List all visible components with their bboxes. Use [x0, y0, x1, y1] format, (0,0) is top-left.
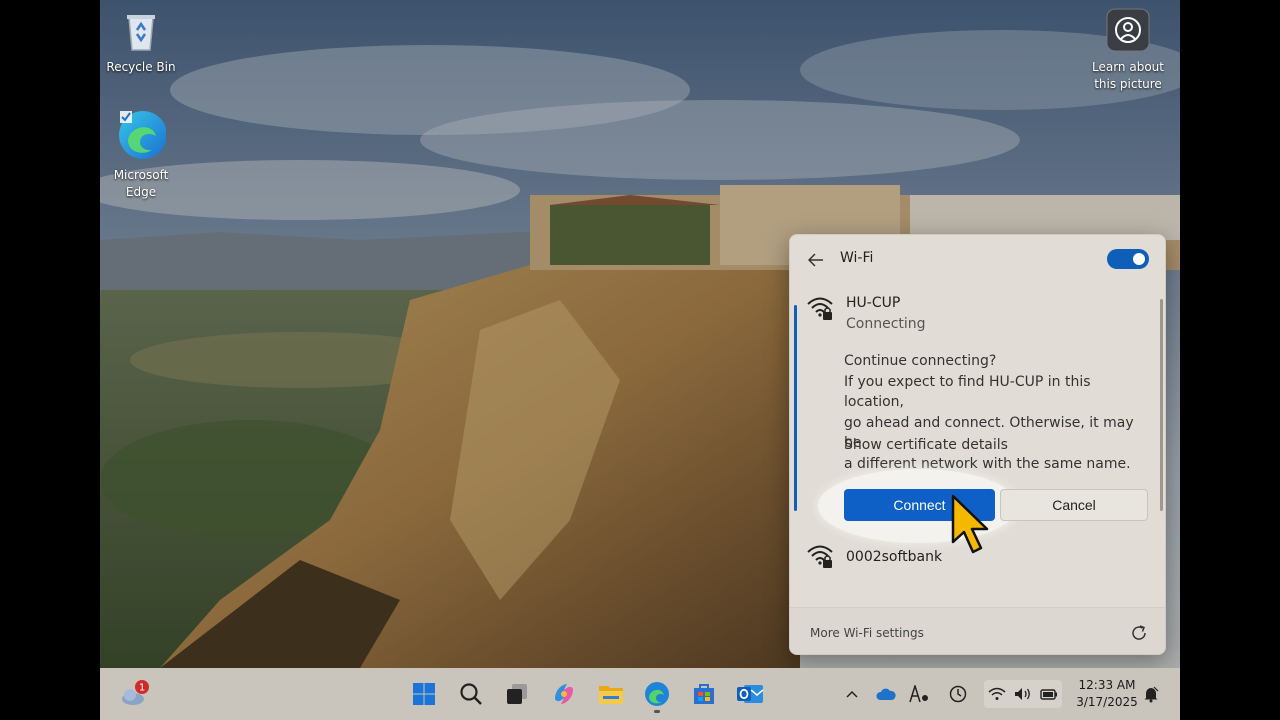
taskbar-clock[interactable]: 12:33 AM 3/17/2025: [1072, 677, 1142, 711]
task-view-button[interactable]: [501, 678, 533, 710]
prompt-line: Continue connecting?: [844, 353, 997, 369]
selected-network-indicator: [794, 305, 797, 511]
wifi-icon: [988, 687, 1006, 700]
learn-about-picture-icon: [1087, 8, 1169, 57]
wifi-secured-icon: [807, 297, 833, 320]
notification-badge: 1: [139, 683, 145, 694]
desktop-icon-recycle-bin[interactable]: Recycle Bin: [100, 10, 182, 76]
desktop-icon-label: Learn about: [1092, 60, 1164, 74]
wifi-secured-icon: [807, 545, 833, 568]
more-wifi-settings-link[interactable]: More Wi-Fi settings: [810, 626, 924, 640]
search-icon: [460, 683, 482, 705]
store-button[interactable]: [688, 678, 720, 710]
edge-taskbar-button[interactable]: [641, 678, 673, 713]
network-list-scrollbar[interactable]: [1160, 299, 1163, 511]
pen-tray-button[interactable]: [908, 682, 930, 706]
network-status: Connecting: [846, 316, 926, 332]
onedrive-tray-button[interactable]: [874, 682, 898, 706]
clock-tray-button[interactable]: [947, 682, 969, 706]
notification-bell-icon: [1144, 686, 1159, 703]
desktop-icon-learn-about-picture[interactable]: Learn about this picture: [1087, 8, 1169, 93]
desktop-icon-label: Edge: [125, 185, 157, 199]
widgets-button[interactable]: 1: [118, 678, 150, 710]
search-button[interactable]: [455, 678, 487, 710]
quick-settings-button[interactable]: [984, 680, 1062, 708]
start-button[interactable]: [408, 678, 440, 710]
desktop-icon-label: Recycle Bin: [106, 60, 176, 74]
outlook-button[interactable]: [734, 678, 766, 710]
network-list[interactable]: HU-CUP Connecting Continue connecting? I…: [790, 287, 1165, 605]
wifi-toggle[interactable]: [1107, 249, 1149, 269]
edge-icon: [100, 108, 182, 165]
network-name: HU-CUP: [846, 295, 901, 311]
file-explorer-button[interactable]: [595, 678, 627, 710]
wifi-flyout: Wi-Fi HU-CUP Connecting Continue connect…: [789, 234, 1166, 655]
mouse-cursor-icon: [951, 494, 989, 554]
battery-icon: [1040, 689, 1057, 700]
outlook-icon: [737, 685, 764, 703]
back-button[interactable]: [804, 248, 828, 272]
taskbar: 1: [100, 668, 1180, 720]
running-indicator: [654, 710, 660, 713]
clock-time: 12:33 AM: [1078, 678, 1136, 692]
toggle-knob: [1133, 253, 1145, 265]
prompt-line: If you expect to find HU-CUP in this loc…: [844, 373, 1091, 411]
chevron-up-icon: [846, 690, 858, 698]
cancel-button[interactable]: Cancel: [1000, 489, 1148, 521]
desktop-icon-label: this picture: [1094, 77, 1162, 91]
refresh-button[interactable]: [1128, 622, 1150, 644]
clock-app-icon: [949, 685, 967, 703]
show-hidden-icons-button[interactable]: [842, 682, 862, 706]
desktop-screen: Recycle Bin Microsoft Edge Learn about t…: [100, 0, 1180, 720]
store-icon: [694, 684, 714, 704]
volume-icon: [1015, 688, 1030, 700]
copilot-button[interactable]: [548, 678, 580, 710]
onedrive-icon: [876, 688, 896, 700]
notifications-button[interactable]: [1140, 682, 1162, 706]
pen-icon: [909, 685, 928, 703]
refresh-icon: [1132, 625, 1146, 640]
copilot-icon: [555, 684, 573, 704]
recycle-bin-icon: [100, 10, 182, 57]
wifi-flyout-title: Wi-Fi: [840, 250, 874, 266]
show-certificate-link[interactable]: Show certificate details: [844, 437, 1008, 453]
back-arrow-icon: [808, 253, 823, 267]
edge-icon: [645, 682, 669, 706]
clock-date: 3/17/2025: [1076, 695, 1138, 709]
file-explorer-icon: [599, 686, 623, 704]
desktop-icon-edge[interactable]: Microsoft Edge: [100, 108, 182, 201]
weather-widget-icon: 1: [122, 680, 149, 705]
task-view-icon: [507, 684, 527, 704]
connection-prompt: Continue connecting? If you expect to fi…: [844, 351, 1149, 475]
desktop-icon-label: Microsoft: [113, 168, 169, 182]
network-name[interactable]: 0002softbank: [846, 549, 942, 565]
start-icon: [413, 683, 435, 705]
wifi-flyout-footer: More Wi-Fi settings: [790, 607, 1165, 654]
wifi-flyout-header: Wi-Fi: [790, 235, 1165, 285]
